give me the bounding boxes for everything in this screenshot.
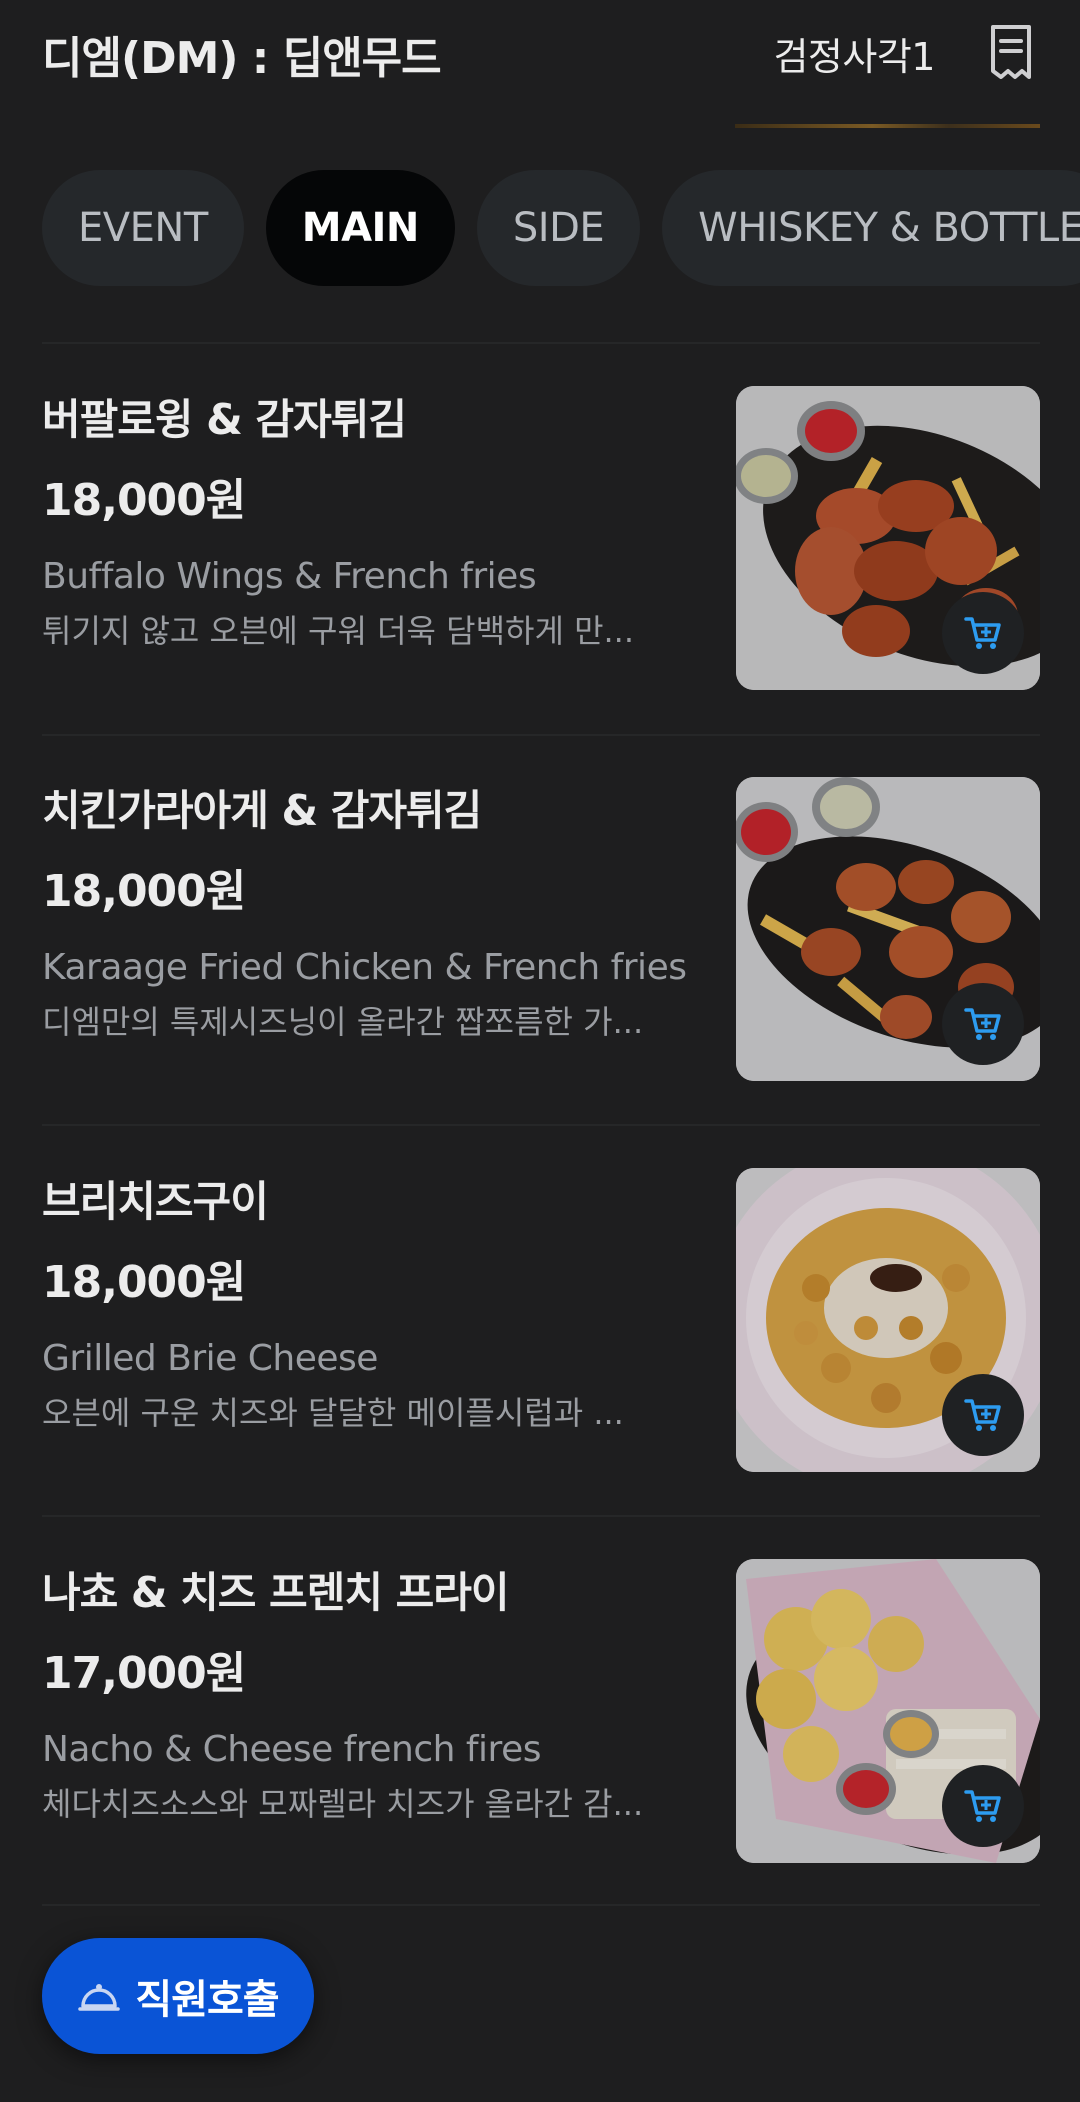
tab-event[interactable]: EVENT (42, 170, 244, 286)
divider (42, 1124, 1040, 1126)
cart-plus-icon (964, 617, 1001, 649)
tab-label: MAIN (301, 205, 420, 251)
menu-item-description: 체다치즈소스와 모짜렐라 치즈가 올라간 감... (42, 1785, 644, 1823)
grilled-brie-photo (736, 1168, 1040, 1472)
menu-item[interactable]: 나쵸 & 치즈 프렌치 프라이 17,000원 Nacho & Cheese f… (42, 1559, 1040, 1863)
menu-item-name: 브리치즈구이 (42, 1177, 269, 1226)
add-to-cart-button[interactable] (942, 592, 1024, 674)
cart-plus-icon (964, 1008, 1001, 1040)
buffalo-wings-fries-photo (736, 386, 1040, 690)
cart-plus-icon (964, 1399, 1001, 1431)
menu-item-description: 오븐에 구운 치즈와 달달한 메이플시럽과 ... (42, 1394, 624, 1432)
menu-item[interactable]: 버팔로윙 & 감자튀김 18,000원 Buffalo Wings & Fren… (42, 386, 1040, 690)
tab-label: WHISKEY & BOTTLE (698, 205, 1080, 251)
add-to-cart-button[interactable] (942, 1765, 1024, 1847)
menu-item-description: 디엠만의 특제시즈닝이 올라간 짭쪼름한 가... (42, 1003, 644, 1041)
menu-item-english-name: Grilled Brie Cheese (42, 1338, 378, 1379)
nacho-cheese-fries-photo (736, 1559, 1040, 1863)
menu-item-english-name: Nacho & Cheese french fires (42, 1729, 541, 1770)
add-to-cart-button[interactable] (942, 1374, 1024, 1456)
menu-item-price: 18,000원 (42, 1257, 246, 1308)
staff-call-button[interactable]: 직원호출 (42, 1938, 314, 2054)
tab-whiskey-bottle[interactable]: WHISKEY & BOTTLE (662, 170, 1080, 286)
bell-icon (78, 1984, 121, 2011)
menu-item-name: 치킨가라아게 & 감자튀김 (42, 786, 482, 835)
divider (42, 342, 1040, 344)
tab-side[interactable]: SIDE (476, 170, 641, 286)
category-tabs: EVENT MAIN SIDE WHISKEY & BOTTLE (42, 170, 1080, 286)
menu-item[interactable]: 브리치즈구이 18,000원 Grilled Brie Cheese 오븐에 구… (42, 1168, 1040, 1472)
add-to-cart-button[interactable] (942, 983, 1024, 1065)
menu-item-price: 18,000원 (42, 866, 246, 917)
tab-label: SIDE (512, 205, 605, 251)
menu-item-english-name: Karaage Fried Chicken & French fries (42, 947, 687, 988)
banner-edge (735, 124, 1040, 128)
menu-screen: 디엠(DM) : 딥앤무드 검정사각1 EVENT MAIN SIDE WHIS… (0, 0, 1080, 2102)
menu-item-price: 18,000원 (42, 475, 246, 526)
cart-plus-icon (964, 1790, 1001, 1822)
divider (42, 734, 1040, 736)
tab-main[interactable]: MAIN (265, 170, 455, 286)
menu-item-price: 17,000원 (42, 1648, 246, 1699)
order-history-button[interactable] (984, 22, 1038, 82)
menu-item[interactable]: 치킨가라아게 & 감자튀김 18,000원 Karaage Fried Chic… (42, 777, 1040, 1081)
menu-item-name: 버팔로윙 & 감자튀김 (42, 395, 407, 444)
staff-call-label: 직원호출 (135, 1977, 279, 2023)
divider (42, 1904, 1040, 1906)
menu-item-name: 나쵸 & 치즈 프렌치 프라이 (42, 1568, 510, 1617)
table-name: 검정사각1 (773, 35, 935, 79)
menu-item-english-name: Buffalo Wings & French fries (42, 556, 537, 597)
tab-label: EVENT (78, 205, 208, 251)
store-name: 디엠(DM) : 딥앤무드 (42, 33, 442, 84)
menu-item-description: 튀기지 않고 오븐에 구워 더욱 담백하게 만... (42, 612, 635, 650)
divider (42, 1515, 1040, 1517)
header: 디엠(DM) : 딥앤무드 검정사각1 (0, 0, 1080, 110)
receipt-icon (991, 25, 1031, 79)
karaage-fries-photo (736, 777, 1040, 1081)
